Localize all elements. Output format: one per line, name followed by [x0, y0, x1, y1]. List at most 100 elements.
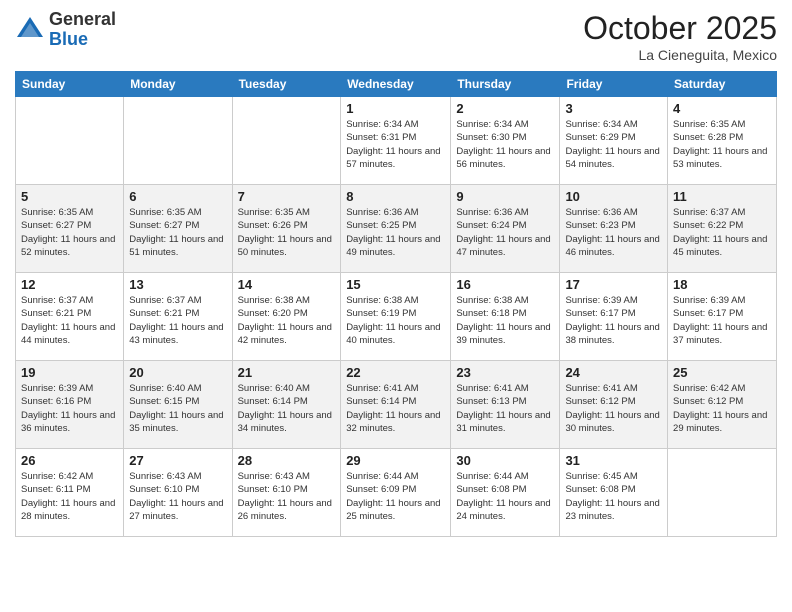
calendar-cell: 5 Sunrise: 6:35 AM Sunset: 6:27 PM Daylig… — [16, 185, 124, 273]
day-info: Sunrise: 6:35 AM Sunset: 6:26 PM Dayligh… — [238, 206, 336, 259]
calendar-cell: 11 Sunrise: 6:37 AM Sunset: 6:22 PM Dayli… — [668, 185, 777, 273]
day-info: Sunrise: 6:40 AM Sunset: 6:15 PM Dayligh… — [129, 382, 226, 435]
day-number: 5 — [21, 189, 118, 204]
day-info: Sunrise: 6:37 AM Sunset: 6:21 PM Dayligh… — [129, 294, 226, 347]
calendar-cell: 25 Sunrise: 6:42 AM Sunset: 6:12 PM Dayli… — [668, 361, 777, 449]
calendar-cell: 18 Sunrise: 6:39 AM Sunset: 6:17 PM Dayli… — [668, 273, 777, 361]
calendar-cell: 3Sunrise: 6:34 AM Sunset: 6:29 PM Daylig… — [560, 97, 668, 185]
calendar-cell: 1Sunrise: 6:34 AM Sunset: 6:31 PM Daylig… — [341, 97, 451, 185]
day-info: Sunrise: 6:35 AM Sunset: 6:28 PM Dayligh… — [673, 118, 771, 171]
calendar-cell — [232, 97, 341, 185]
calendar-cell: 28 Sunrise: 6:43 AM Sunset: 6:10 PM Dayli… — [232, 449, 341, 537]
calendar-header-row: Sunday Monday Tuesday Wednesday Thursday… — [16, 72, 777, 97]
header: General Blue October 2025 La Cieneguita,… — [15, 10, 777, 63]
calendar-cell: 10 Sunrise: 6:36 AM Sunset: 6:23 PM Dayli… — [560, 185, 668, 273]
day-number: 27 — [129, 453, 226, 468]
calendar-cell — [124, 97, 232, 185]
day-info: Sunrise: 6:41 AM Sunset: 6:12 PM Dayligh… — [565, 382, 662, 435]
day-number: 28 — [238, 453, 336, 468]
col-friday: Friday — [560, 72, 668, 97]
calendar-week-2: 12 Sunrise: 6:37 AM Sunset: 6:21 PM Dayli… — [16, 273, 777, 361]
day-number: 16 — [456, 277, 554, 292]
col-thursday: Thursday — [451, 72, 560, 97]
page-title: October 2025 — [583, 10, 777, 47]
day-info: Sunrise: 6:45 AM Sunset: 6:08 PM Dayligh… — [565, 470, 662, 523]
calendar-week-0: 1Sunrise: 6:34 AM Sunset: 6:31 PM Daylig… — [16, 97, 777, 185]
day-number: 3 — [565, 101, 662, 116]
day-number: 17 — [565, 277, 662, 292]
day-number: 10 — [565, 189, 662, 204]
calendar-cell: 4 Sunrise: 6:35 AM Sunset: 6:28 PM Daylig… — [668, 97, 777, 185]
day-info: Sunrise: 6:38 AM Sunset: 6:20 PM Dayligh… — [238, 294, 336, 347]
calendar-cell: 2Sunrise: 6:34 AM Sunset: 6:30 PM Daylig… — [451, 97, 560, 185]
col-saturday: Saturday — [668, 72, 777, 97]
day-info: Sunrise: 6:40 AM Sunset: 6:14 PM Dayligh… — [238, 382, 336, 435]
calendar-week-4: 26 Sunrise: 6:42 AM Sunset: 6:11 PM Dayli… — [16, 449, 777, 537]
day-info: Sunrise: 6:36 AM Sunset: 6:25 PM Dayligh… — [346, 206, 445, 259]
calendar-cell: 6Sunrise: 6:35 AM Sunset: 6:27 PM Daylig… — [124, 185, 232, 273]
calendar-cell: 26 Sunrise: 6:42 AM Sunset: 6:11 PM Dayli… — [16, 449, 124, 537]
day-info: Sunrise: 6:39 AM Sunset: 6:17 PM Dayligh… — [673, 294, 771, 347]
calendar-cell: 15Sunrise: 6:38 AM Sunset: 6:19 PM Dayli… — [341, 273, 451, 361]
day-number: 8 — [346, 189, 445, 204]
day-number: 20 — [129, 365, 226, 380]
day-info: Sunrise: 6:42 AM Sunset: 6:11 PM Dayligh… — [21, 470, 118, 523]
day-info: Sunrise: 6:36 AM Sunset: 6:24 PM Dayligh… — [456, 206, 554, 259]
day-number: 23 — [456, 365, 554, 380]
day-number: 30 — [456, 453, 554, 468]
day-info: Sunrise: 6:39 AM Sunset: 6:17 PM Dayligh… — [565, 294, 662, 347]
calendar-cell — [16, 97, 124, 185]
calendar-cell: 14 Sunrise: 6:38 AM Sunset: 6:20 PM Dayli… — [232, 273, 341, 361]
calendar-cell: 13 Sunrise: 6:37 AM Sunset: 6:21 PM Dayli… — [124, 273, 232, 361]
calendar-cell: 16 Sunrise: 6:38 AM Sunset: 6:18 PM Dayli… — [451, 273, 560, 361]
day-number: 2 — [456, 101, 554, 116]
day-number: 22 — [346, 365, 445, 380]
day-number: 29 — [346, 453, 445, 468]
logo-general: General — [49, 9, 116, 29]
calendar-cell: 22Sunrise: 6:41 AM Sunset: 6:14 PM Dayli… — [341, 361, 451, 449]
calendar-cell: 17 Sunrise: 6:39 AM Sunset: 6:17 PM Dayli… — [560, 273, 668, 361]
day-number: 15 — [346, 277, 445, 292]
logo-icon — [15, 15, 45, 45]
day-number: 25 — [673, 365, 771, 380]
day-number: 6 — [129, 189, 226, 204]
day-info: Sunrise: 6:43 AM Sunset: 6:10 PM Dayligh… — [129, 470, 226, 523]
day-number: 11 — [673, 189, 771, 204]
calendar-cell: 8 Sunrise: 6:36 AM Sunset: 6:25 PM Daylig… — [341, 185, 451, 273]
day-number: 7 — [238, 189, 336, 204]
day-info: Sunrise: 6:42 AM Sunset: 6:12 PM Dayligh… — [673, 382, 771, 435]
calendar-cell: 19Sunrise: 6:39 AM Sunset: 6:16 PM Dayli… — [16, 361, 124, 449]
day-number: 9 — [456, 189, 554, 204]
page-subtitle: La Cieneguita, Mexico — [583, 47, 777, 63]
day-info: Sunrise: 6:37 AM Sunset: 6:22 PM Dayligh… — [673, 206, 771, 259]
day-number: 4 — [673, 101, 771, 116]
title-block: October 2025 La Cieneguita, Mexico — [583, 10, 777, 63]
day-number: 19 — [21, 365, 118, 380]
col-monday: Monday — [124, 72, 232, 97]
day-number: 14 — [238, 277, 336, 292]
day-info: Sunrise: 6:35 AM Sunset: 6:27 PM Dayligh… — [21, 206, 118, 259]
calendar: Sunday Monday Tuesday Wednesday Thursday… — [15, 71, 777, 537]
day-number: 26 — [21, 453, 118, 468]
day-info: Sunrise: 6:38 AM Sunset: 6:18 PM Dayligh… — [456, 294, 554, 347]
day-number: 18 — [673, 277, 771, 292]
calendar-week-3: 19Sunrise: 6:39 AM Sunset: 6:16 PM Dayli… — [16, 361, 777, 449]
day-info: Sunrise: 6:37 AM Sunset: 6:21 PM Dayligh… — [21, 294, 118, 347]
logo-text: General Blue — [49, 10, 116, 50]
day-info: Sunrise: 6:43 AM Sunset: 6:10 PM Dayligh… — [238, 470, 336, 523]
day-number: 13 — [129, 277, 226, 292]
col-tuesday: Tuesday — [232, 72, 341, 97]
col-wednesday: Wednesday — [341, 72, 451, 97]
day-number: 12 — [21, 277, 118, 292]
day-info: Sunrise: 6:36 AM Sunset: 6:23 PM Dayligh… — [565, 206, 662, 259]
col-sunday: Sunday — [16, 72, 124, 97]
calendar-cell: 7 Sunrise: 6:35 AM Sunset: 6:26 PM Daylig… — [232, 185, 341, 273]
day-info: Sunrise: 6:34 AM Sunset: 6:31 PM Dayligh… — [346, 118, 445, 171]
page: General Blue October 2025 La Cieneguita,… — [0, 0, 792, 612]
calendar-cell — [668, 449, 777, 537]
logo: General Blue — [15, 10, 116, 50]
day-info: Sunrise: 6:41 AM Sunset: 6:13 PM Dayligh… — [456, 382, 554, 435]
calendar-cell: 9 Sunrise: 6:36 AM Sunset: 6:24 PM Daylig… — [451, 185, 560, 273]
day-number: 31 — [565, 453, 662, 468]
calendar-cell: 30Sunrise: 6:44 AM Sunset: 6:08 PM Dayli… — [451, 449, 560, 537]
